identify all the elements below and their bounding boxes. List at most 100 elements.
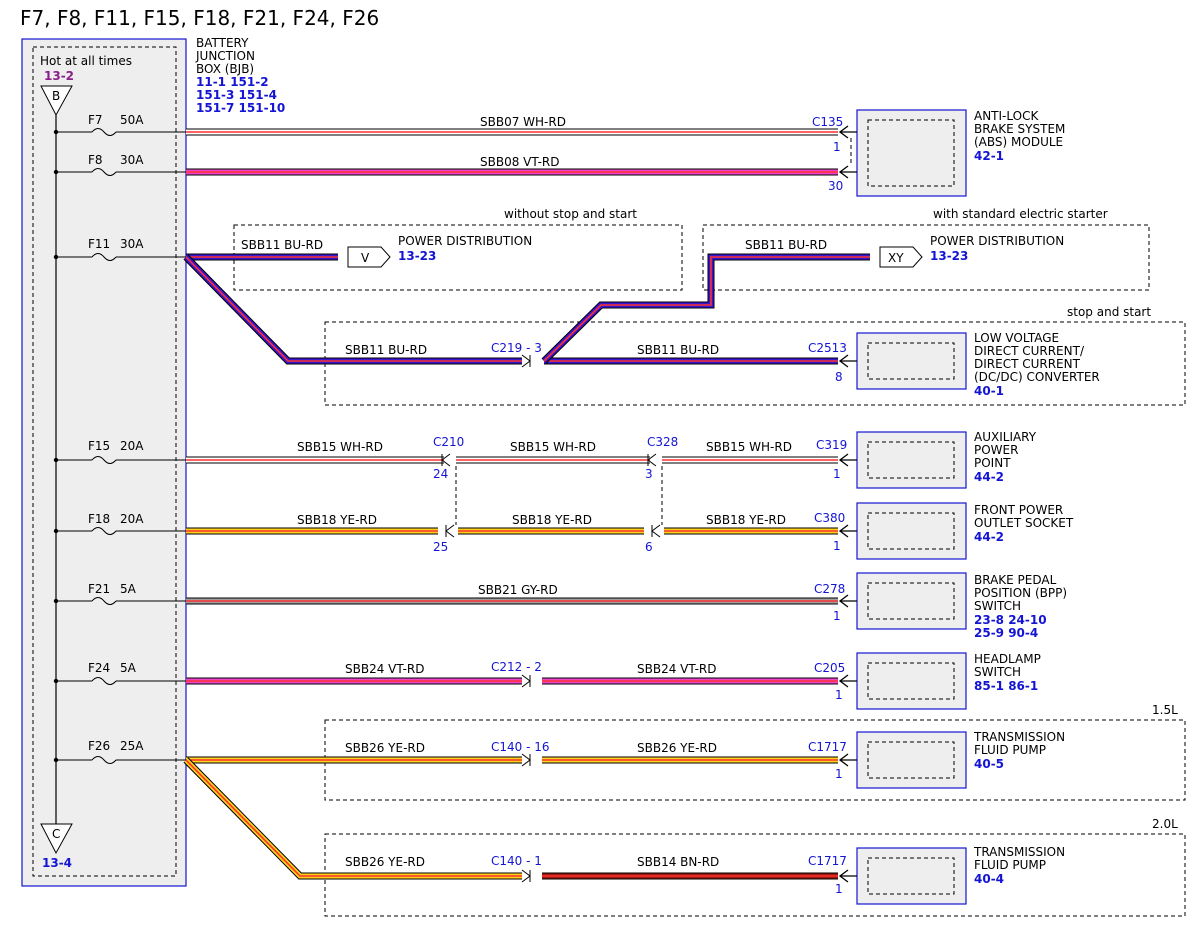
tfp2-line-2: FLUID PUMP <box>974 858 1046 872</box>
region-stop-start-label: stop and start <box>1067 305 1151 319</box>
bpp-line-3: SWITCH <box>974 599 1021 613</box>
headlamp-switch-box <box>856 652 967 710</box>
power-dist-xy-ref: 13-23 <box>930 249 968 263</box>
fuse-rating: 25A <box>120 739 144 753</box>
fuse-id: F8 <box>88 153 103 167</box>
bpp-ref-2: 25-9 90-4 <box>974 626 1038 640</box>
hot-at-all-times-label: Hot at all times <box>40 54 132 68</box>
aux-line-1: AUXILIARY <box>974 430 1037 444</box>
headlamp-switch-terminal-arrow-1 <box>838 674 857 688</box>
headlamp-ref: 85-1 86-1 <box>974 679 1038 693</box>
dcdc-converter-terminal-arrow-1 <box>838 354 857 368</box>
c219-arrow <box>521 354 531 368</box>
wire-label-sbb21: SBB21 GY-RD <box>478 583 558 597</box>
c135-pin-1: 1 <box>833 140 841 154</box>
wire-label-sbb26-c: SBB26 YE-RD <box>345 855 425 869</box>
wire-label-sbb11-a: SBB11 BU-RD <box>241 238 323 252</box>
c319-pin: 1 <box>833 467 841 481</box>
wire-label-sbb15-c: SBB15 WH-RD <box>706 440 792 454</box>
dcdc-converter-label: LOW VOLTAGE DIRECT CURRENT/ DIRECT CURRE… <box>974 331 1100 398</box>
c135-pin-30: 30 <box>828 179 843 193</box>
c2513-label: C2513 <box>808 341 847 355</box>
transmission-fluid-pump-2-box <box>856 847 967 905</box>
tag-v-letter: V <box>361 251 370 265</box>
region-2-0l-label: 2.0L <box>1152 817 1178 831</box>
fuse-id: F26 <box>88 739 110 753</box>
headlamp-switch-label: HEADLAMP SWITCH 85-1 86-1 <box>974 652 1041 693</box>
c1717b-label: C1717 <box>808 854 847 868</box>
wire-label-sbb26-b: SBB26 YE-RD <box>637 741 717 755</box>
region-without-stop-start-label: without stop and start <box>504 207 637 221</box>
dcdc-line-4: (DC/DC) CONVERTER <box>974 370 1100 384</box>
c210-pin-24: 24 <box>433 467 448 481</box>
tfp1-line-2: FLUID PUMP <box>974 743 1046 757</box>
c212-arrow <box>521 674 531 688</box>
power-dist-v-ref: 13-23 <box>398 249 436 263</box>
bpp-switch-box <box>856 572 967 630</box>
fuse-rating: 5A <box>120 582 137 596</box>
wire-label-sbb07: SBB07 WH-RD <box>480 115 566 129</box>
bpp-line-1: BRAKE PEDAL <box>974 573 1057 587</box>
abs-module-box <box>856 109 967 197</box>
tag-xy-letter: XY <box>888 251 904 265</box>
fuse-rating: 20A <box>120 512 144 526</box>
transmission-fluid-pump-1-box <box>856 731 967 789</box>
bjb-name-line-1: BATTERY <box>196 36 249 50</box>
c1717a-label: C1717 <box>808 740 847 754</box>
abs-ref: 42-1 <box>974 149 1004 163</box>
tfp2-line-1: TRANSMISSION <box>973 845 1065 859</box>
c210-label: C210 <box>433 435 464 449</box>
fuse-id: F11 <box>88 237 110 251</box>
headlamp-line-1: HEADLAMP <box>974 652 1041 666</box>
front-ref: 44-2 <box>974 530 1004 544</box>
fuse-id: F18 <box>88 512 110 526</box>
fuse-id: F21 <box>88 582 110 596</box>
c140b-label: C140 - 1 <box>491 854 542 868</box>
wire-label-sbb15-b: SBB15 WH-RD <box>510 440 596 454</box>
c278-pin: 1 <box>833 609 841 623</box>
power-dist-v-label: POWER DISTRIBUTION <box>398 234 532 248</box>
c210-pin-25: 25 <box>433 540 448 554</box>
wire-label-sbb11-d: SBB11 BU-RD <box>637 343 719 357</box>
aux-line-2: POWER <box>974 443 1018 457</box>
wire-label-sbb18-c: SBB18 YE-RD <box>706 513 786 527</box>
battery-junction-box: Hot at all times 13-2 B C 13-4 <box>21 38 187 887</box>
c135-label: C135 <box>812 115 843 129</box>
c319-label: C319 <box>816 438 847 452</box>
fuse-rating: 20A <box>120 439 144 453</box>
power-dist-xy: XY POWER DISTRIBUTION 13-23 <box>879 234 1064 268</box>
c140a-label: C140 - 16 <box>491 740 550 754</box>
bjb-ref-1: 11-1 151-2 <box>196 75 269 89</box>
aux-line-3: POINT <box>974 456 1011 470</box>
diagram-title: F7, F8, F11, F15, F18, F21, F24, F26 <box>20 6 379 30</box>
aux-power-point-box <box>856 431 967 489</box>
c328-label: C328 <box>647 435 678 449</box>
abs-line-1: ANTI-LOCK <box>974 109 1039 123</box>
c328-pin-6: 6 <box>645 540 653 554</box>
bjb-ref-2: 151-3 151-4 <box>196 88 277 102</box>
bpp-switch-terminal-arrow-1 <box>838 594 857 608</box>
bottom-tag-letter: C <box>52 827 60 841</box>
fuse-id: F24 <box>88 661 110 675</box>
bpp-ref-1: 23-8 24-10 <box>974 613 1047 627</box>
component-modules <box>838 109 967 905</box>
c212-label: C212 - 2 <box>491 660 542 674</box>
fuse-rating: 30A <box>120 237 144 251</box>
region-standard-starter-label: with standard electric starter <box>933 207 1108 221</box>
aux-power-label: AUXILIARY POWER POINT 44-2 <box>974 430 1037 484</box>
fuse-rating: 5A <box>120 661 137 675</box>
front-line-2: OUTLET SOCKET <box>974 516 1074 530</box>
dcdc-line-2: DIRECT CURRENT/ <box>974 344 1085 358</box>
c205-pin: 1 <box>835 688 843 702</box>
region-1-5l-label: 1.5L <box>1152 703 1178 717</box>
front-power-outlet-box <box>856 502 967 560</box>
c328-arrow-b <box>651 524 661 538</box>
tfp-2-label: TRANSMISSION FLUID PUMP 40-4 <box>973 845 1065 886</box>
c205-label: C205 <box>814 661 845 675</box>
wire-label-sbb26-a: SBB26 YE-RD <box>345 741 425 755</box>
aux-ref: 44-2 <box>974 470 1004 484</box>
transmission-fluid-pump-1-terminal-arrow-1 <box>838 753 857 767</box>
fuse-id: F7 <box>88 113 103 127</box>
bpp-line-2: POSITION (BPP) <box>974 586 1067 600</box>
abs-line-3: (ABS) MODULE <box>974 135 1063 149</box>
